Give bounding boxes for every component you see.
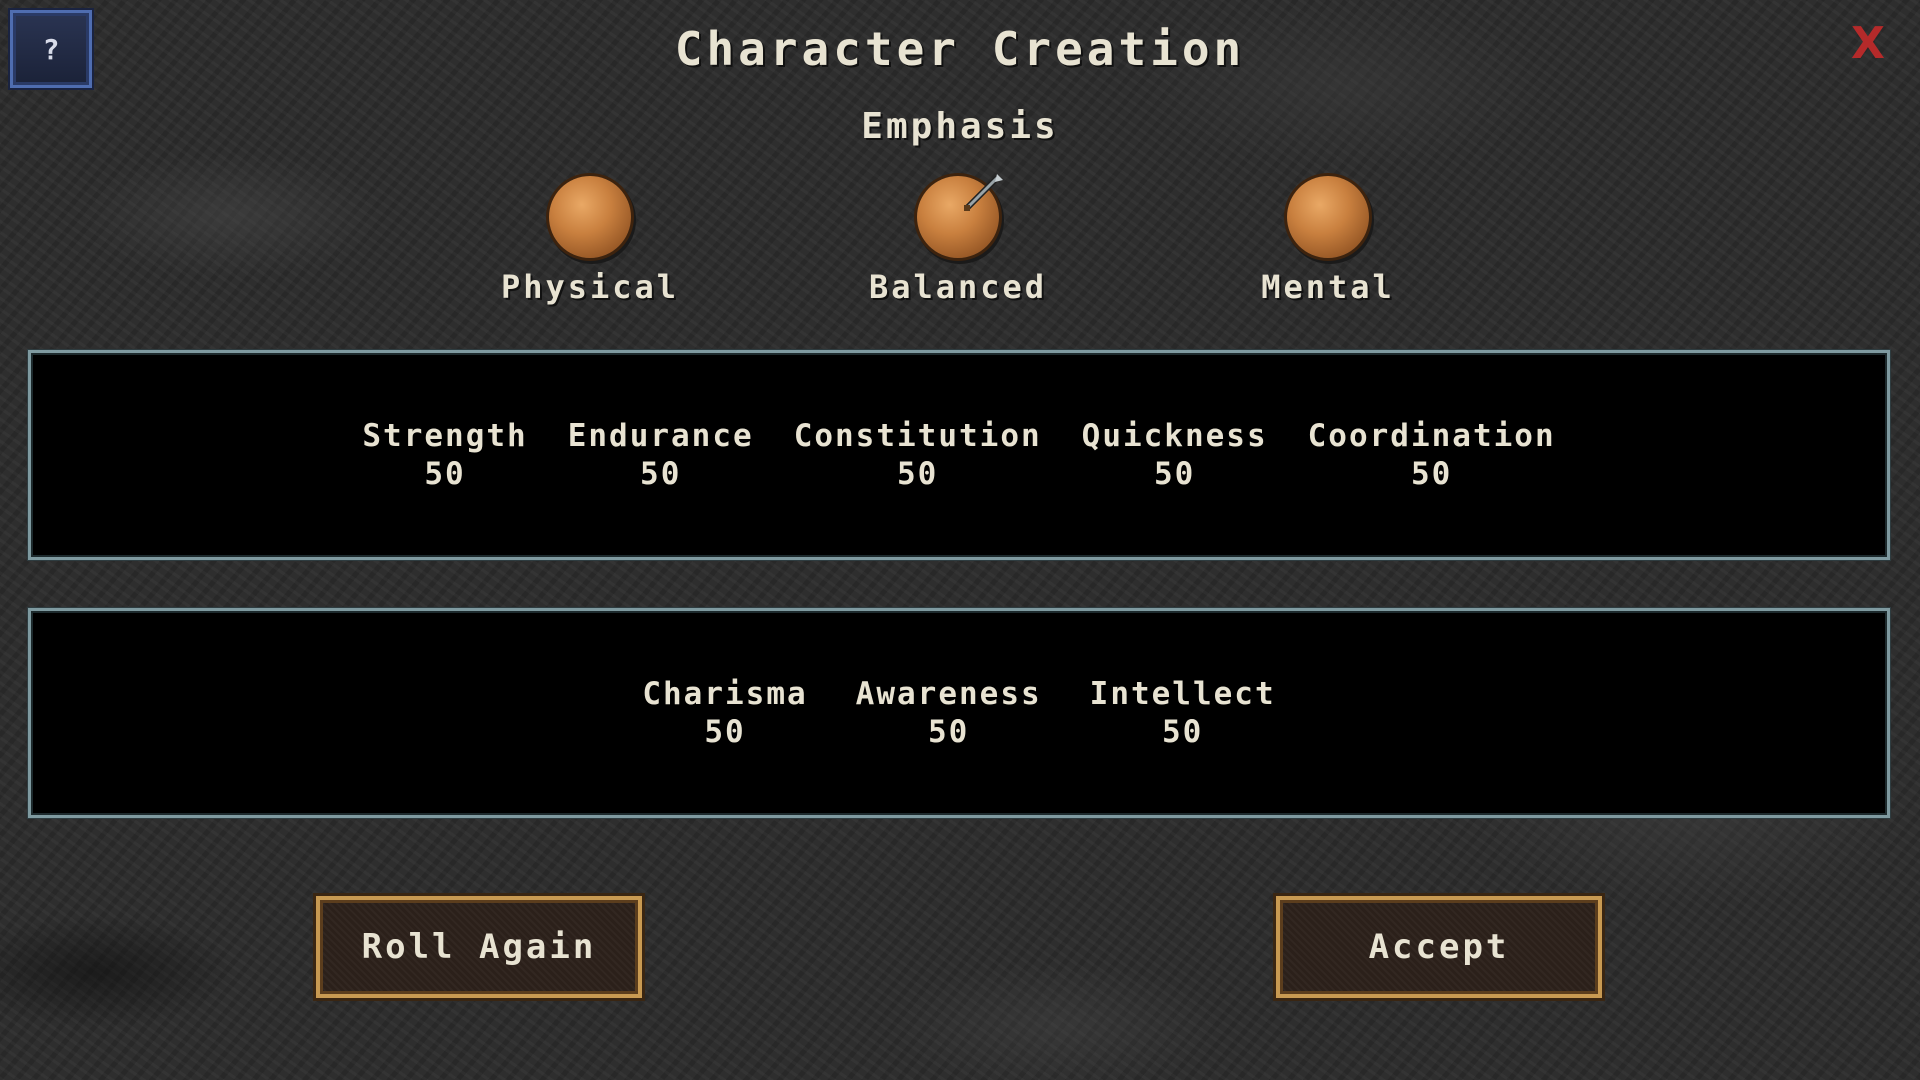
emphasis-option-balanced[interactable]: Balanced [848, 174, 1068, 306]
emphasis-label-physical: Physical [500, 268, 680, 306]
stat-constitution: Constitution 50 [794, 417, 1042, 493]
accept-button[interactable]: Accept [1273, 893, 1605, 1001]
stat-value: 50 [1153, 456, 1196, 492]
stat-value: 50 [424, 456, 466, 492]
stat-quickness: Quickness 50 [1082, 417, 1268, 493]
stat-value: 50 [704, 714, 746, 750]
orb-icon [549, 176, 631, 258]
mental-stats-panel: Charisma 50 Awareness 50 Intellect 50 [28, 608, 1890, 818]
stat-name: Quickness [1081, 418, 1268, 454]
page-title: Character Creation [674, 22, 1246, 76]
stat-strength: Strength 50 [362, 417, 527, 493]
stat-awareness: Awareness 50 [856, 675, 1042, 751]
stat-coordination: Coordination 50 [1308, 417, 1556, 493]
orb-icon [1287, 176, 1369, 258]
accept-label: Accept [1368, 927, 1510, 967]
stat-name: Coordination [1307, 418, 1556, 454]
stat-name: Intellect [1089, 676, 1276, 712]
stat-name: Charisma [642, 676, 808, 712]
physical-stats-panel: Strength 50 Endurance 50 Constitution 50… [28, 350, 1890, 560]
stat-name: Strength [362, 418, 528, 454]
stat-name: Awareness [855, 676, 1042, 712]
selection-pointer-icon [964, 174, 1003, 211]
stat-value: 50 [1410, 456, 1453, 492]
emphasis-heading: Emphasis [861, 106, 1059, 147]
stat-endurance: Endurance 50 [568, 417, 754, 493]
stat-value: 50 [1161, 714, 1204, 750]
orb-icon [917, 174, 1003, 258]
stat-value: 50 [640, 456, 682, 492]
emphasis-label-balanced: Balanced [868, 268, 1048, 306]
roll-again-button[interactable]: Roll Again [313, 893, 645, 1001]
stat-value: 50 [928, 714, 970, 750]
emphasis-option-mental[interactable]: Mental [1218, 176, 1438, 306]
emphasis-label-mental: Mental [1261, 268, 1395, 306]
mental-stats-row: Charisma 50 Awareness 50 Intellect 50 [31, 675, 1887, 751]
roll-again-label: Roll Again [361, 927, 597, 967]
stat-name: Endurance [567, 418, 754, 454]
emphasis-option-physical[interactable]: Physical [480, 176, 700, 306]
stat-value: 50 [897, 456, 939, 492]
stat-name: Constitution [793, 418, 1042, 454]
physical-stats-row: Strength 50 Endurance 50 Constitution 50… [31, 417, 1887, 493]
stat-intellect: Intellect 50 [1090, 675, 1276, 751]
stat-charisma: Charisma 50 [642, 675, 807, 751]
